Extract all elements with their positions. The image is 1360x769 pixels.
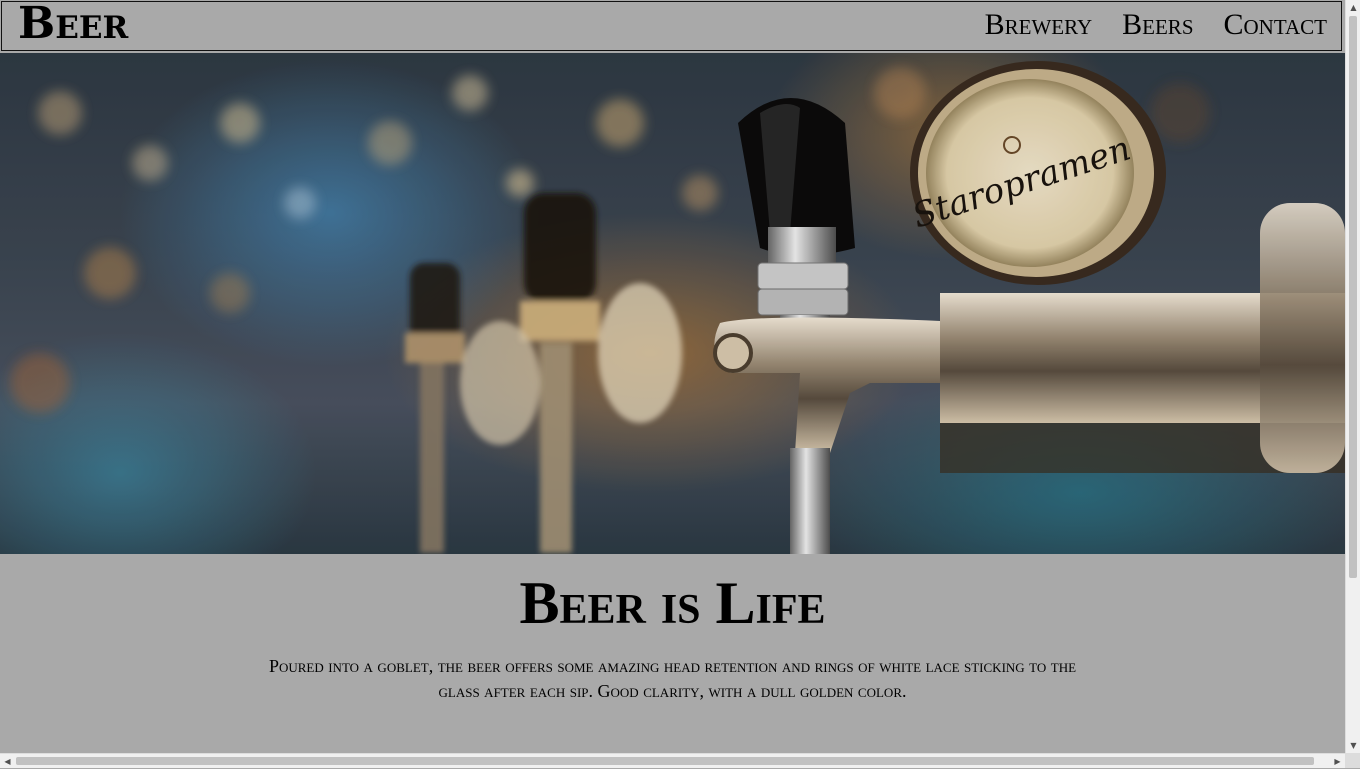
page-headline: Beer is Life: [519, 570, 826, 636]
nav-links: Brewery Beers Contact: [985, 8, 1327, 42]
vertical-scroll-thumb[interactable]: [1349, 16, 1357, 578]
beer-taps-illustration: Staropramen: [0, 53, 1345, 554]
scrollbar-corner: [1345, 753, 1360, 768]
scroll-right-arrow-icon[interactable]: ▶: [1330, 754, 1345, 769]
main-content: Beer is Life Poured into a goblet, the b…: [0, 554, 1345, 704]
nav-link-brewery[interactable]: Brewery: [985, 8, 1093, 42]
vertical-scrollbar[interactable]: ▲ ▼: [1345, 0, 1360, 753]
nav-link-contact[interactable]: Contact: [1224, 8, 1328, 42]
scroll-down-arrow-icon[interactable]: ▼: [1346, 738, 1360, 753]
beer-description: Poured into a goblet, the beer offers so…: [268, 656, 1077, 701]
navbar: Beer Brewery Beers Contact: [1, 0, 1342, 51]
nav-link-beers[interactable]: Beers: [1122, 8, 1193, 42]
hero-image: Staropramen: [0, 53, 1345, 554]
horizontal-scroll-thumb[interactable]: [16, 757, 1314, 765]
horizontal-scrollbar[interactable]: ◀ ▶: [0, 753, 1345, 768]
page-viewport: Beer Brewery Beers Contact Staropramen B…: [0, 0, 1345, 753]
scroll-up-arrow-icon[interactable]: ▲: [1346, 0, 1360, 15]
brand-logo[interactable]: Beer: [18, 0, 128, 49]
scroll-left-arrow-icon[interactable]: ◀: [0, 754, 15, 769]
